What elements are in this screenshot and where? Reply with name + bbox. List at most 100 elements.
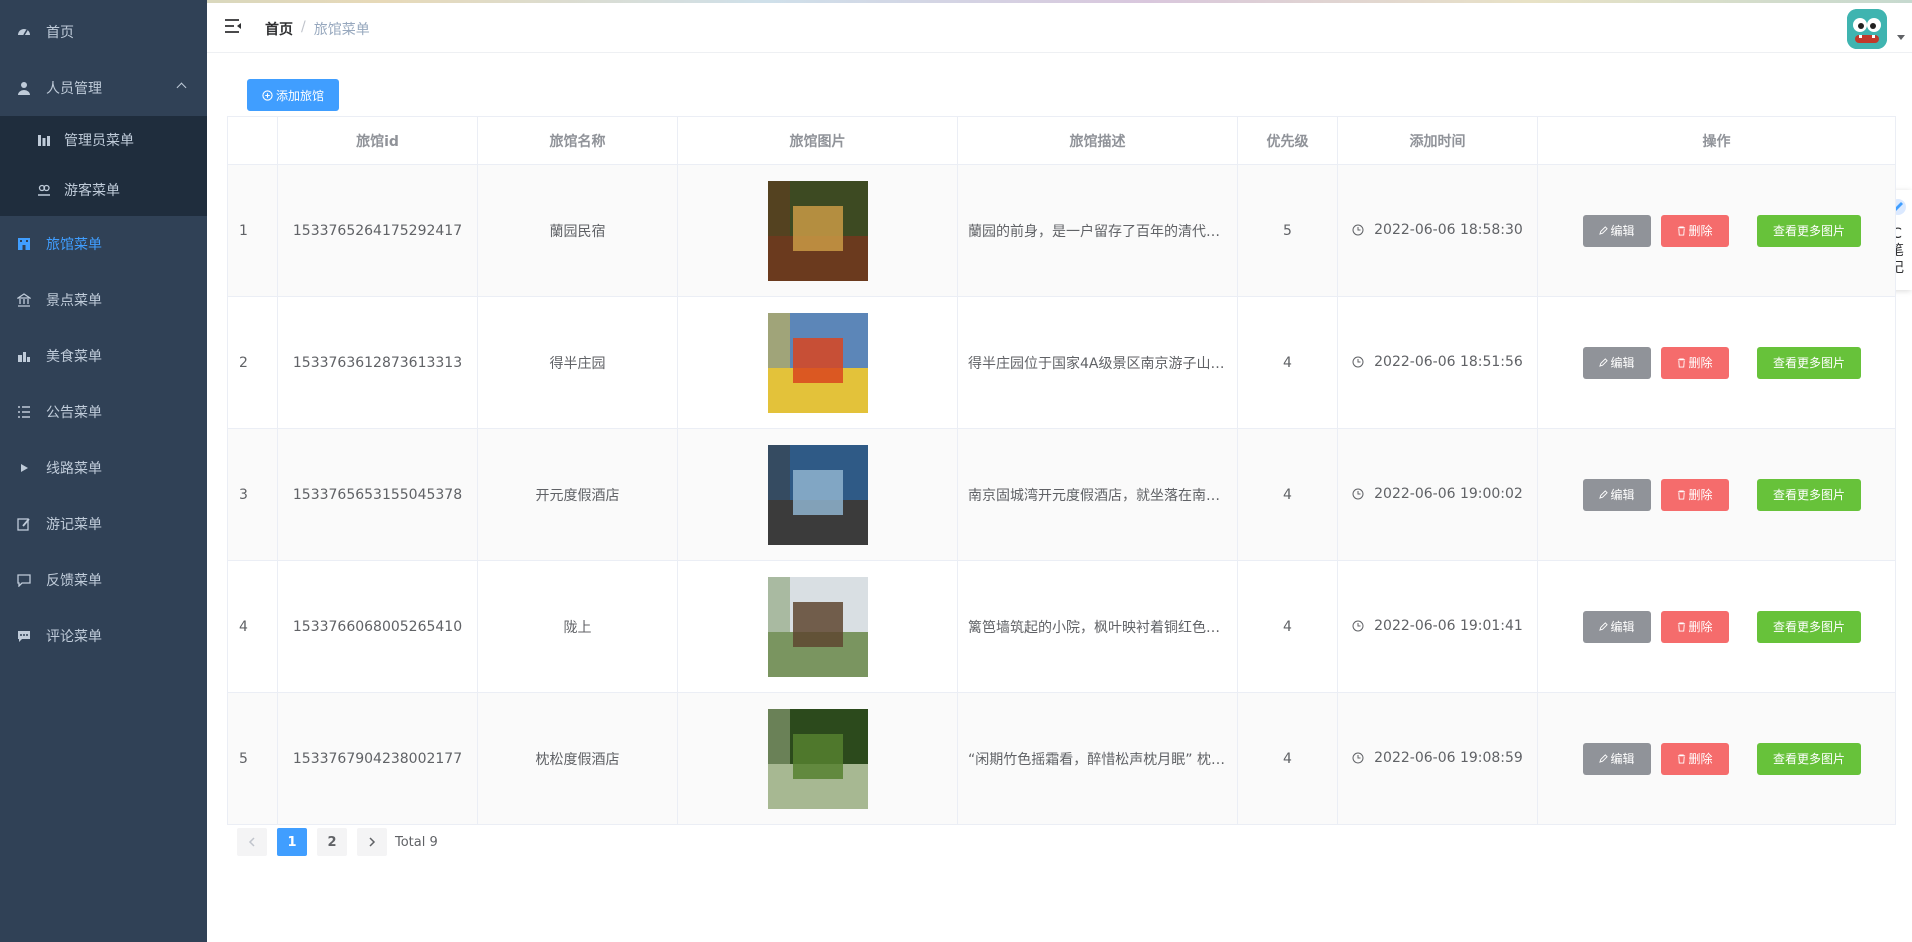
comment-icon [16,628,32,644]
time-text: 2022-06-06 19:08:59 [1374,749,1523,766]
cell-name: 得半庄园 [477,296,678,429]
hamburger-icon[interactable] [224,18,242,34]
sidebar-item-route[interactable]: 线路菜单 [0,440,207,496]
navbar: 首页 / 旅馆菜单 [207,3,1912,53]
breadcrumb-current: 旅馆菜单 [313,22,370,38]
cell-desc: “闲期竹色摇霜看，醉惜松声枕月眠” 枕… [957,692,1238,825]
hotel-icon [16,236,32,252]
sidebar-item-scenic[interactable]: 景点菜单 [0,272,207,328]
caret-down-icon[interactable] [1897,35,1905,40]
clock-icon [1352,752,1364,763]
sidebar-item-label: 人员管理 [46,81,102,97]
cell-time: 2022-06-06 19:08:59 [1337,692,1538,825]
sidebar-item-hotel[interactable]: 旅馆菜单 [0,216,207,272]
edit-button[interactable]: 编辑 [1583,742,1651,775]
edit-button[interactable]: 编辑 [1583,214,1651,247]
avatar[interactable] [1847,9,1887,49]
cell-priority: 4 [1237,560,1338,693]
cell-time: 2022-06-06 19:00:02 [1337,428,1538,561]
hotel-thumbnail[interactable] [767,576,868,677]
time-text: 2022-06-06 19:00:02 [1374,485,1523,502]
edit-label: 编辑 [1610,356,1635,370]
hotel-thumbnail[interactable] [767,312,868,413]
sidebar-item-label: 线路菜单 [46,461,102,477]
trash-icon [1678,622,1686,631]
time-text: 2022-06-06 18:58:30 [1374,221,1523,238]
delete-button[interactable]: 删除 [1661,742,1729,775]
view-more-images-button[interactable]: 查看更多图片 [1757,346,1861,379]
sidebar-item-label: 游记菜单 [46,517,102,533]
edit-button[interactable]: 编辑 [1583,610,1651,643]
table-header-row: 旅馆id 旅馆名称 旅馆图片 旅馆描述 优先级 添加时间 操作 [227,116,1896,165]
time-text: 2022-06-06 19:01:41 [1374,617,1523,634]
view-more-images-button[interactable]: 查看更多图片 [1757,214,1861,247]
view-more-images-button[interactable]: 查看更多图片 [1757,742,1861,775]
sidebar-item-food[interactable]: 美食菜单 [0,328,207,384]
cell-name: 蘭园民宿 [477,164,678,297]
cell-time: 2022-06-06 19:01:41 [1337,560,1538,693]
sidebar-item-staff[interactable]: 人员管理 [0,60,207,116]
sidebar-item-notice[interactable]: 公告菜单 [0,384,207,440]
next-page-button[interactable] [357,828,387,856]
cell-priority: 4 [1237,692,1338,825]
sidebar-item-home[interactable]: 首页 [0,4,207,60]
view-more-images-button[interactable]: 查看更多图片 [1757,478,1861,511]
sidebar-item-visitor[interactable]: 游客菜单 [0,162,207,218]
sidebar-item-label: 反馈菜单 [46,573,102,589]
cell-image [677,428,958,561]
edit-icon [16,516,32,532]
delete-label: 删除 [1688,752,1713,766]
page-button-2[interactable]: 2 [317,828,347,856]
edit-button[interactable]: 编辑 [1583,478,1651,511]
add-hotel-button[interactable]: 添加旅馆 [247,79,339,111]
cell-desc: 得半庄园位于国家4A级景区南京游子山… [957,296,1238,429]
people-icon [36,182,52,198]
view-more-label: 查看更多图片 [1772,488,1845,502]
hotel-thumbnail[interactable] [767,180,868,281]
delete-button[interactable]: 删除 [1661,610,1729,643]
sidebar-item-travelnote[interactable]: 游记菜单 [0,496,207,552]
cell-priority: 5 [1237,164,1338,297]
col-header-desc: 旅馆描述 [957,116,1238,165]
dashboard-icon [16,24,32,40]
food-icon [16,348,32,364]
cell-id: 1533767904238002177 [277,692,478,825]
table-row: 1 1533765264175292417 蘭园民宿 蘭园的前身，是一户留存了百… [227,164,1896,297]
col-header-actions: 操作 [1537,116,1896,165]
delete-label: 删除 [1688,224,1713,238]
cell-name: 枕松度假酒店 [477,692,678,825]
trash-icon [1678,490,1686,499]
pagination-total: Total 9 [395,834,438,850]
sidebar-item-comment[interactable]: 评论菜单 [0,608,207,664]
delete-button[interactable]: 删除 [1661,214,1729,247]
sidebar-item-label: 景点菜单 [46,293,102,309]
table-row: 5 1533767904238002177 枕松度假酒店 “闲期竹色摇霜看，醉惜… [227,692,1896,825]
breadcrumb-home-link[interactable]: 首页 [265,19,293,39]
cell-index: 1 [227,164,278,297]
cell-name: 陇上 [477,560,678,693]
edit-button[interactable]: 编辑 [1583,346,1651,379]
sidebar-item-label: 公告菜单 [46,405,102,421]
cell-name: 开元度假酒店 [477,428,678,561]
clock-icon [1352,224,1364,235]
sidebar-item-admin[interactable]: 管理员菜单 [0,112,207,168]
hotel-thumbnail[interactable] [767,708,868,809]
delete-label: 删除 [1688,488,1713,502]
cell-id: 1533763612873613313 [277,296,478,429]
time-text: 2022-06-06 18:51:56 [1374,353,1523,370]
sidebar-item-feedback[interactable]: 反馈菜单 [0,552,207,608]
view-more-images-button[interactable]: 查看更多图片 [1757,610,1861,643]
page-button-1[interactable]: 1 [277,828,307,856]
prev-page-button[interactable] [237,828,267,856]
hotel-thumbnail[interactable] [767,444,868,545]
table-row: 3 1533765653155045378 开元度假酒店 南京固城湾开元度假酒店… [227,428,1896,561]
clock-icon [1352,620,1364,631]
chevron-right-icon [369,837,376,847]
breadcrumb-separator: / [301,19,306,35]
delete-button[interactable]: 删除 [1661,346,1729,379]
sidebar: 首页 人员管理 管理员菜单 游客菜单 旅馆菜单 景点菜单 美食菜单 公告菜单 线… [0,0,207,942]
cell-index: 3 [227,428,278,561]
bank-icon [16,292,32,308]
chevron-left-icon [248,837,255,847]
delete-button[interactable]: 删除 [1661,478,1729,511]
